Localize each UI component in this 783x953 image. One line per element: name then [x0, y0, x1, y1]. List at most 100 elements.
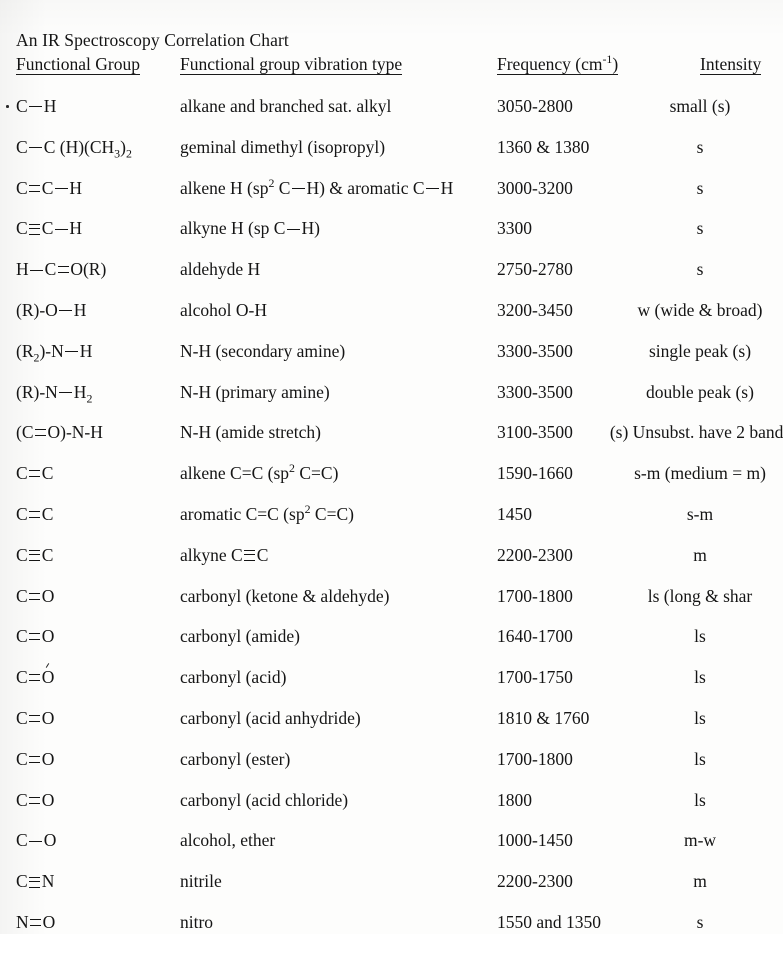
formula-subscript: 3	[114, 146, 121, 161]
triple-bond-icon	[29, 550, 41, 562]
cell-intensity: m	[693, 871, 707, 892]
frequency-unit-exponent: -1	[602, 52, 613, 67]
single-bond-icon	[59, 310, 73, 312]
cell-frequency: 3050-2800	[497, 96, 573, 116]
cell-vibration-type: N-H (amide stretch)	[180, 422, 321, 443]
single-bond-icon	[29, 147, 43, 149]
cell-frequency: 1550 and 1350	[497, 912, 602, 932]
column-header-intensity-label: Intensity	[700, 54, 762, 76]
triple-bond-icon	[29, 223, 41, 235]
table-row: (R2)-N H N-H (secondary amine) 3300-3500 sin…	[0, 341, 783, 382]
table-row: C O carbonyl (ester) 1700-1800 ls	[0, 749, 783, 790]
formula-superscript: 2	[268, 175, 275, 190]
cell-vibration-type: geminal dimethyl (isopropyl)	[180, 136, 386, 157]
cell-functional-group: CO	[16, 667, 55, 688]
cell-vibration-type: carbonyl (ester)	[180, 748, 291, 769]
column-header-functional-group: Functional Group	[16, 54, 140, 76]
cell-intensity: double peak (s)	[646, 381, 754, 402]
single-bond-icon	[29, 106, 43, 108]
column-header-frequency-label: Frequency (cm-1)	[497, 52, 619, 76]
cell-functional-group: (R)-N H2	[16, 381, 93, 406]
cell-intensity: ls	[694, 626, 706, 647]
table-row: C O carbonyl (amide) 1640-1700 ls	[0, 626, 783, 667]
cell-functional-group: CO	[16, 585, 55, 606]
cell-frequency: 3300	[497, 218, 532, 239]
cell-intensity: s	[696, 136, 704, 157]
cell-functional-group: CC (H)(CH3)2	[16, 136, 132, 161]
table-row: (R)-O H alcohol O-H 3200-3450 w (wide & broa…	[0, 300, 783, 341]
double-bond-icon	[30, 918, 42, 926]
cell-vibration-type: aromatic C=C (sp2 C=C)	[180, 502, 354, 524]
cell-intensity: m-w	[683, 830, 717, 851]
cell-vibration-type: alcohol, ether	[180, 830, 276, 851]
cell-intensity: m	[693, 544, 707, 565]
cell-frequency: 1360 & 1380	[497, 136, 590, 157]
cell-frequency: 3300-3500	[497, 340, 573, 361]
cell-functional-group: CC	[16, 504, 54, 524]
table-row: C O carbonyl (acid chloride) 1800 ls	[0, 790, 783, 831]
cell-vibration-type: nitro	[180, 912, 214, 932]
single-bond-icon	[59, 392, 73, 394]
page-title: An IR Spectroscopy Correlation Chart	[16, 30, 289, 50]
cell-vibration-type: carbonyl (acid chloride)	[180, 789, 349, 810]
cell-functional-group: CO	[16, 830, 57, 851]
cell-intensity: s	[696, 177, 704, 198]
cell-vibration-type: N-H (secondary amine)	[180, 340, 346, 361]
double-bond-icon	[57, 266, 69, 274]
cell-frequency: 1810 & 1760	[497, 708, 590, 728]
double-bond-icon	[29, 184, 41, 192]
table-row: (R)-N H2 N-H (primary amine) 3300-3500 doubl…	[0, 382, 783, 423]
table-row: C O alcohol, ether 1000-1450 m-w	[0, 830, 783, 871]
cell-functional-group: CC	[16, 463, 54, 484]
cell-frequency: 1000-1450	[497, 830, 573, 851]
single-bond-icon	[286, 228, 300, 230]
cell-vibration-type: carbonyl (acid anhydride)	[180, 708, 361, 728]
cell-intensity: ls	[694, 708, 706, 728]
cell-frequency: 3200-3450	[497, 300, 573, 320]
cell-functional-group: NO	[16, 912, 56, 932]
cell-functional-group: CO	[16, 708, 55, 728]
cell-intensity: single peak (s)	[648, 340, 752, 361]
cell-functional-group: CO	[16, 789, 55, 810]
cell-intensity: ls	[694, 748, 706, 769]
cell-functional-group: CO	[16, 748, 55, 769]
double-bond-icon	[29, 755, 41, 763]
single-bond-icon	[29, 840, 43, 842]
cell-vibration-type: aldehyde H	[180, 259, 261, 280]
table-row: C O carbonyl (ketone & aldehyde) 1700-1800 l…	[0, 586, 783, 627]
cell-functional-group: CCH	[16, 177, 83, 198]
double-bond-icon	[29, 633, 41, 641]
cell-functional-group: CC	[16, 544, 54, 565]
table-row: C C alkene C=C (sp2 C=C) 1590-1660 s-m (medi…	[0, 461, 783, 504]
triple-bond-icon	[29, 876, 41, 888]
formula-superscript: 2	[304, 502, 311, 517]
column-header-functional-group-label: Functional Group	[16, 54, 140, 76]
cell-vibration-type: alcohol O-H	[180, 300, 267, 320]
cell-vibration-type: alkene H (sp2 C H) & aromatic CH	[180, 175, 454, 198]
cell-frequency: 1640-1700	[497, 626, 573, 647]
table-row: N O nitro 1550 and 1350 s	[0, 912, 783, 953]
table-row: C C H alkene H (sp2 C H) & aromatic C H 3000-3…	[0, 175, 783, 219]
cell-frequency: 1700-1800	[497, 748, 573, 769]
table-row: C C H alkyne H (sp C H) 3300 s	[0, 218, 783, 259]
cell-functional-group: CN	[16, 871, 55, 892]
cell-frequency: 1800	[497, 789, 532, 810]
accented-atom: O	[41, 667, 55, 688]
cell-vibration-type: alkene C=C (sp2 C=C)	[180, 461, 339, 484]
cell-functional-group: CO	[16, 626, 55, 647]
table-row: C O carbonyl (acid anhydride) 1810 & 1760 ls	[0, 708, 783, 749]
single-bond-icon	[54, 188, 68, 190]
cell-intensity: (s) Unsubst. have 2 bands	[609, 422, 783, 443]
cell-intensity: s	[696, 218, 704, 239]
cell-functional-group: H C O(R)	[16, 259, 107, 280]
cell-frequency: 1450	[497, 504, 532, 524]
double-bond-icon	[29, 714, 41, 722]
cell-vibration-type: nitrile	[180, 871, 222, 892]
formula-subscript: 2	[33, 350, 40, 365]
cell-vibration-type: carbonyl (acid)	[180, 667, 287, 688]
cell-intensity: ls	[694, 667, 706, 688]
double-bond-icon	[29, 796, 41, 804]
single-bond-icon	[291, 188, 305, 190]
cell-intensity: ls	[694, 789, 706, 810]
cell-functional-group: (C O)-N-H	[16, 422, 103, 443]
